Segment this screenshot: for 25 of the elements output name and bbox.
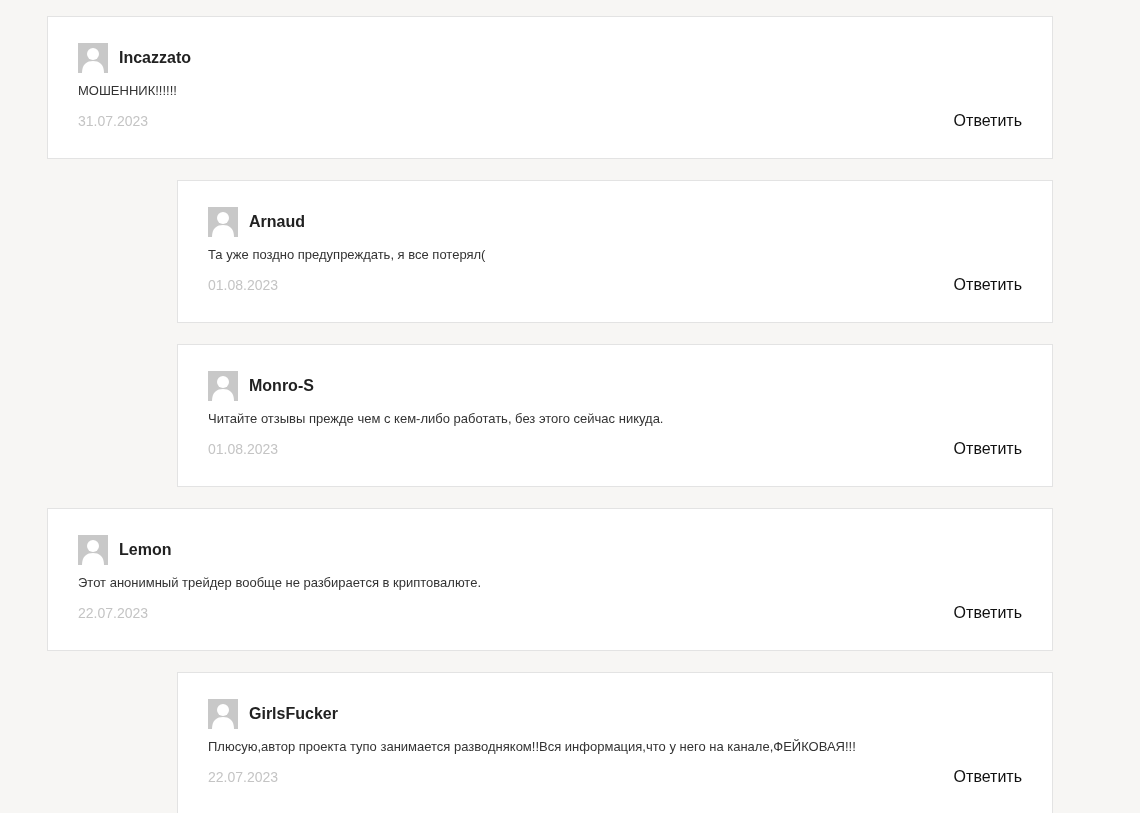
comment-text: Плюсую,автор проекта тупо занимается разводняком!!Вся информация,что у него на канале,ФЕЙКОВАЯ!!! bbox=[208, 738, 857, 756]
avatar-icon bbox=[78, 43, 108, 73]
reply-link[interactable]: Ответить bbox=[953, 604, 1022, 622]
author-name: Arnaud bbox=[249, 213, 305, 231]
comment-date: 01.08.2023 bbox=[208, 441, 279, 457]
author-name: GirlsFucker bbox=[249, 705, 338, 723]
comment-text: Та уже поздно предупреждать, я все потерял( bbox=[208, 246, 487, 264]
reply-link[interactable]: Ответить bbox=[953, 276, 1022, 294]
comment-text: Этот анонимный трейдер вообще не разбирается в криптовалюте. bbox=[78, 574, 482, 592]
reply-link[interactable]: Ответить bbox=[953, 112, 1022, 130]
avatar-icon bbox=[208, 371, 238, 401]
comment-date: 31.07.2023 bbox=[78, 113, 149, 129]
reply-link[interactable]: Ответить bbox=[953, 768, 1022, 786]
author-name: Lemon bbox=[119, 541, 172, 559]
comment-text: Читайте отзывы прежде чем с кем-либо работать, без этого сейчас никуда. bbox=[208, 410, 665, 428]
comment-text: МОШЕННИК!!!!!! bbox=[78, 82, 178, 100]
reply-link[interactable]: Ответить bbox=[953, 440, 1022, 458]
comment-date: 01.08.2023 bbox=[208, 277, 279, 293]
avatar-icon bbox=[208, 699, 238, 729]
avatar-icon bbox=[208, 207, 238, 237]
comment-date: 22.07.2023 bbox=[208, 769, 279, 785]
author-name: Monro-S bbox=[249, 377, 314, 395]
author-name: Incazzato bbox=[119, 49, 191, 67]
avatar-icon bbox=[78, 535, 108, 565]
comment-date: 22.07.2023 bbox=[78, 605, 149, 621]
